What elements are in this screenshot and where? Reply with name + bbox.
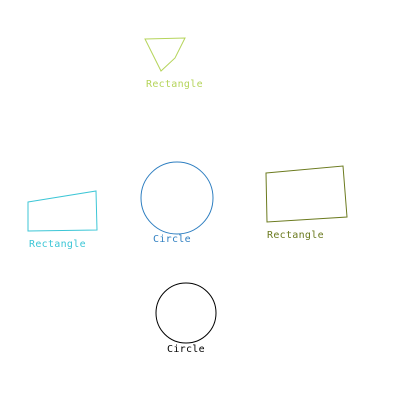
shape-group-5: Circle xyxy=(155,282,217,355)
shape-label-1: Rectangle xyxy=(146,79,203,90)
shape-group-1: Rectangle xyxy=(144,37,203,90)
shape-label-2: Circle xyxy=(153,234,191,245)
shape-group-2: Circle xyxy=(140,161,214,245)
shape-group-3: Rectangle xyxy=(27,190,98,250)
shape-label-4: Rectangle xyxy=(267,230,324,241)
diagram-canvas: Rectangle Circle Rectangle Rectangle Cir… xyxy=(0,0,400,400)
shape-label-5: Circle xyxy=(167,344,205,355)
trapezoid-shape-1 xyxy=(144,37,186,72)
trapezoid-shape-3 xyxy=(27,190,98,232)
circle-shape-5 xyxy=(155,282,217,344)
shape-label-3: Rectangle xyxy=(29,239,86,250)
shapes-layer: Rectangle Circle Rectangle Rectangle Cir… xyxy=(27,37,348,355)
shape-group-4: Rectangle xyxy=(265,165,348,241)
quadrilateral-shape-4 xyxy=(265,165,348,223)
circle-shape-2 xyxy=(140,161,214,235)
